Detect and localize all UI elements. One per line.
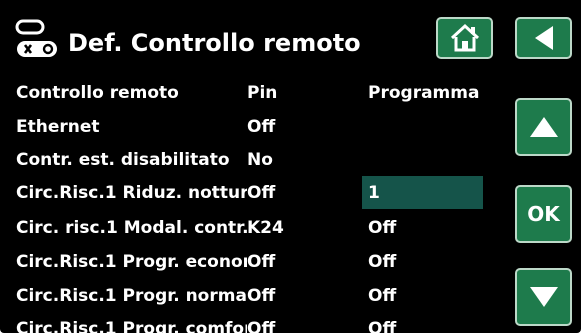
ok-button-label: OK (527, 202, 560, 226)
arrow-up-icon (529, 117, 558, 137)
page-title: Def. Controllo remoto (68, 29, 361, 57)
table-row[interactable]: Ethernet Off (0, 110, 500, 144)
ok-button[interactable]: OK (515, 185, 572, 243)
row-program-value[interactable]: Off (368, 286, 498, 306)
remote-control-icon (15, 19, 59, 63)
table-row[interactable]: Circ.Risc.1 Riduz. notturna Off 1 (0, 176, 500, 210)
row-program-value[interactable]: Off (368, 252, 498, 272)
row-name: Contr. est. disabilitato (16, 150, 230, 170)
row-name: Circ.Risc.1 Progr. comfort (16, 319, 247, 333)
back-button[interactable] (515, 17, 572, 59)
row-name: Circ.Risc.1 Progr. normale (16, 286, 247, 306)
table-row[interactable]: Circ.Risc.1 Progr. comfort Off Off (0, 312, 500, 333)
row-pin-value[interactable]: K24 (247, 218, 357, 238)
row-pin-value[interactable]: Off (247, 319, 357, 333)
scroll-down-button[interactable] (515, 268, 572, 326)
house-icon (450, 23, 479, 52)
scroll-up-button[interactable] (515, 98, 572, 156)
row-pin-value[interactable]: Off (247, 252, 357, 272)
arrow-down-icon (529, 287, 558, 307)
row-pin-value[interactable]: Off (247, 286, 357, 306)
row-program-value[interactable]: Off (368, 218, 498, 238)
table-header: Controllo remoto Pin Programma (0, 76, 500, 110)
row-name: Circ.Risc.1 Progr. economico (16, 252, 247, 272)
row-program-value[interactable]: 1 (368, 183, 498, 203)
table-row[interactable]: Circ.Risc.1 Progr. economico Off Off (0, 245, 500, 279)
home-button[interactable] (436, 17, 493, 59)
row-pin-value[interactable]: Off (247, 117, 357, 137)
table-row[interactable]: Circ.Risc.1 Progr. normale Off Off (0, 279, 500, 313)
row-pin-value[interactable]: No (247, 150, 357, 170)
table-row[interactable]: Contr. est. disabilitato No (0, 143, 500, 177)
controller-screen: Def. Controllo remoto OK Controllo remot… (0, 0, 581, 333)
row-name: Ethernet (16, 117, 100, 137)
row-program-value[interactable]: Off (368, 319, 498, 333)
arrow-left-icon (534, 26, 553, 50)
column-header-program: Programma (368, 83, 480, 103)
column-header-name: Controllo remoto (16, 83, 179, 103)
table-row[interactable]: Circ. risc.1 Modal. contr. K24 Off (0, 211, 500, 245)
column-header-pin: Pin (247, 83, 278, 103)
row-pin-value[interactable]: Off (247, 183, 357, 203)
row-name: Circ.Risc.1 Riduz. notturna (16, 183, 247, 203)
row-name: Circ. risc.1 Modal. contr. (16, 218, 247, 238)
